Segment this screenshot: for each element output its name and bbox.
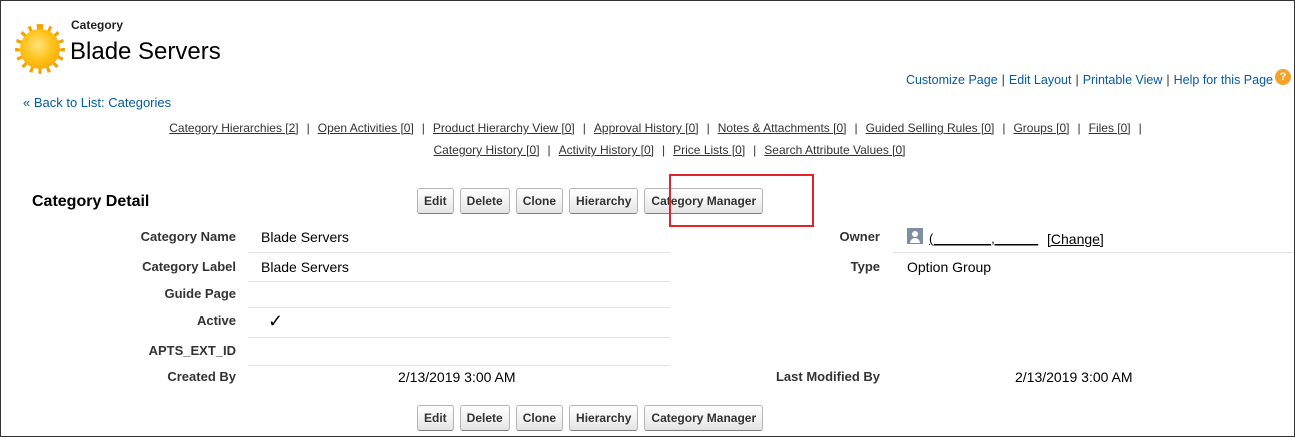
active-label: Active <box>196 313 236 328</box>
related-link-category-hierarchies[interactable]: Category Hierarchies [2] <box>169 121 298 135</box>
clone-button-bottom[interactable]: Clone <box>515 405 564 431</box>
edit-button[interactable]: Edit <box>417 188 454 214</box>
ext-id-label: APTS_EXT_ID <box>148 343 236 358</box>
help-icon[interactable]: ? <box>1275 69 1291 85</box>
row-divider <box>248 337 670 338</box>
guide-page-label: Guide Page <box>164 286 236 301</box>
related-list-links-row1: Category Hierarchies [2] | Open Activities… <box>169 121 1142 135</box>
back-to-list-link[interactable]: « Back to List: Categories <box>23 95 171 110</box>
category-label-value: Blade Servers <box>261 259 349 275</box>
edit-button-bottom[interactable]: Edit <box>417 405 454 431</box>
section-title: Category Detail <box>32 193 150 210</box>
page-utility-links: Customize Page | Edit Layout | Printable Vie… <box>905 73 1273 87</box>
row-divider <box>248 252 670 253</box>
page-title: Blade Servers <box>70 38 221 65</box>
row-divider <box>893 252 1293 253</box>
owner-label: Owner <box>839 229 880 244</box>
last-modified-label: Last Modified By <box>775 369 880 384</box>
related-link-guided-selling-rules[interactable]: Guided Selling Rules [0] <box>866 121 995 135</box>
category-name-label: Category Name <box>140 229 236 244</box>
edit-layout-link[interactable]: Edit Layout <box>1009 73 1072 87</box>
help-for-page-link[interactable]: Help for this Page <box>1174 73 1273 87</box>
object-type-label: Category <box>71 18 124 32</box>
related-link-groups[interactable]: Groups [0] <box>1013 121 1069 135</box>
row-divider <box>248 307 670 308</box>
last-modified-value: 2/13/2019 3:00 AM <box>1015 369 1133 385</box>
owner-name-link[interactable]: (________,______ <box>929 231 1038 246</box>
clone-button[interactable]: Clone <box>515 188 564 214</box>
owner-change-link[interactable]: [Change] <box>1047 231 1104 247</box>
printable-view-link[interactable]: Printable View <box>1083 73 1163 87</box>
category-manager-button-bottom[interactable]: Category Manager <box>644 405 764 431</box>
related-list-links-row2: Category History [0] | Activity History [0… <box>433 143 906 157</box>
delete-button[interactable]: Delete <box>459 188 510 214</box>
category-sun-icon <box>15 24 65 74</box>
detail-button-bar-bottom: Edit Delete Clone Hierarchy Category Man… <box>417 405 764 431</box>
user-avatar-icon <box>907 228 923 244</box>
type-value: Option Group <box>907 259 992 275</box>
customize-page-link[interactable]: Customize Page <box>906 73 998 87</box>
related-link-category-history[interactable]: Category History [0] <box>433 143 539 157</box>
category-manager-highlight-box <box>669 174 814 227</box>
hierarchy-button-bottom[interactable]: Hierarchy <box>569 405 639 431</box>
related-link-open-activities[interactable]: Open Activities [0] <box>318 121 414 135</box>
category-name-value: Blade Servers <box>261 229 349 245</box>
active-checkmark-icon: ✓ <box>268 311 284 331</box>
created-by-label: Created By <box>167 369 236 384</box>
created-by-value: 2/13/2019 3:00 AM <box>398 369 516 385</box>
related-link-activity-history[interactable]: Activity History [0] <box>559 143 654 157</box>
row-divider <box>248 281 670 282</box>
row-divider <box>248 365 670 366</box>
related-link-search-attribute-values[interactable]: Search Attribute Values [0] <box>764 143 905 157</box>
delete-button-bottom[interactable]: Delete <box>459 405 510 431</box>
hierarchy-button[interactable]: Hierarchy <box>569 188 639 214</box>
related-link-approval-history[interactable]: Approval History [0] <box>594 121 699 135</box>
related-link-price-lists[interactable]: Price Lists [0] <box>673 143 745 157</box>
related-link-notes-attachments[interactable]: Notes & Attachments [0] <box>718 121 847 135</box>
related-link-product-hierarchy-view[interactable]: Product Hierarchy View [0] <box>433 121 575 135</box>
type-label: Type <box>850 259 880 274</box>
related-link-files[interactable]: Files [0] <box>1089 121 1131 135</box>
category-label-label: Category Label <box>142 259 236 274</box>
